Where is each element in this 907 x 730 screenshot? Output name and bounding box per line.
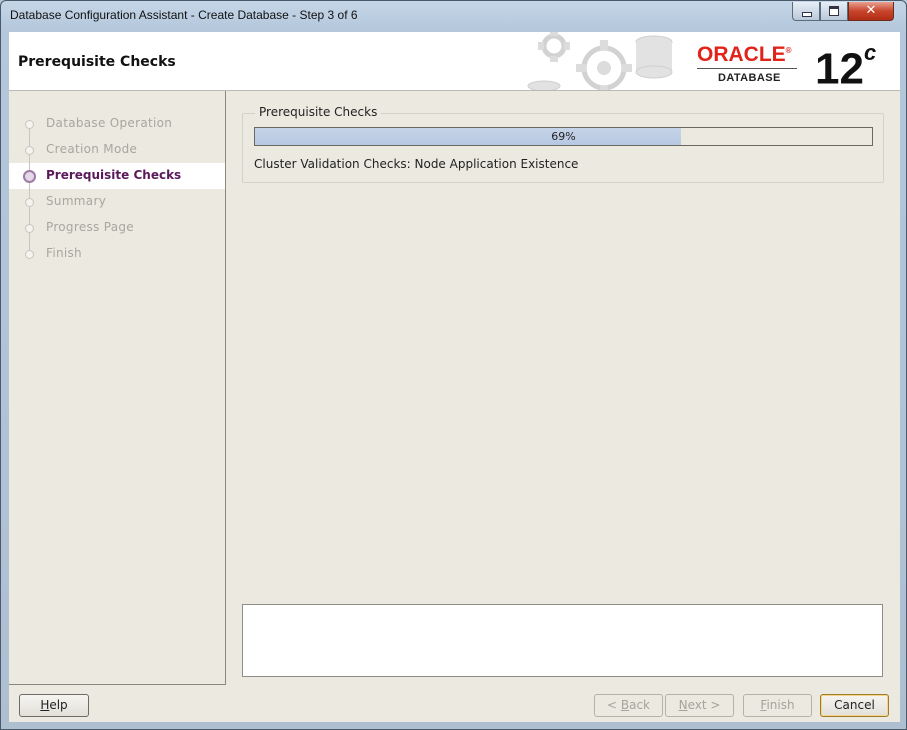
step-creation-mode: Creation Mode — [9, 137, 225, 163]
step-label: Progress Page — [46, 220, 134, 234]
oracle-subtitle: DATABASE — [718, 72, 781, 84]
back-mnemonic: B — [620, 698, 630, 712]
page-header: Prerequisite Checks ORACLE® DATABASE 12c — [9, 32, 900, 91]
step-indicator-icon — [25, 250, 34, 259]
step-label: Summary — [46, 194, 107, 208]
next-mnemonic: N — [678, 698, 688, 712]
finish-label: inish — [766, 698, 795, 712]
minimize-button[interactable] — [792, 2, 820, 21]
page-title: Prerequisite Checks — [18, 54, 176, 70]
title-bar[interactable]: Database Configuration Assistant - Creat… — [1, 1, 906, 31]
oracle-logo: ORACLE® DATABASE — [697, 40, 797, 84]
step-label: Database Operation — [46, 116, 173, 130]
step-finish: Finish — [9, 241, 225, 267]
steps-sidebar: Database Operation Creation Mode Prerequ… — [9, 91, 226, 685]
close-icon: ✕ — [865, 3, 877, 18]
back-label: ack — [629, 698, 650, 712]
version-suffix: c — [863, 40, 877, 65]
help-label: elp — [49, 698, 68, 712]
back-button[interactable]: < Back — [594, 694, 663, 717]
main-content: Prerequisite Checks 69% Cluster Validati… — [225, 91, 900, 691]
step-database-operation: Database Operation — [9, 111, 225, 137]
trademark-mark: ® — [785, 46, 792, 55]
help-button[interactable]: Help — [19, 694, 89, 717]
details-pane[interactable] — [242, 604, 883, 677]
window-controls: ✕ — [792, 2, 894, 21]
app-window: Database Configuration Assistant - Creat… — [0, 0, 907, 730]
step-label: Prerequisite Checks — [46, 168, 182, 182]
maximize-icon — [829, 6, 839, 16]
button-bar: Help < Back Next > Finish Cancel — [9, 684, 900, 722]
finish-button[interactable]: Finish — [743, 694, 812, 717]
step-summary: Summary — [9, 189, 225, 215]
help-mnemonic: H — [40, 698, 50, 712]
progress-bar: 69% — [254, 127, 873, 146]
step-indicator-icon — [25, 146, 34, 155]
step-indicator-icon — [25, 224, 34, 233]
next-label: ext > — [687, 698, 721, 712]
step-progress-page: Progress Page — [9, 215, 225, 241]
version-badge: 12c — [815, 32, 877, 91]
status-text: Cluster Validation Checks: Node Applicat… — [254, 157, 579, 171]
step-indicator-icon — [25, 198, 34, 207]
prerequisite-checks-group: Prerequisite Checks 69% Cluster Validati… — [242, 105, 884, 183]
maximize-button[interactable] — [820, 2, 848, 21]
gears-illustration — [527, 32, 673, 90]
step-prerequisite-checks: Prerequisite Checks — [9, 163, 225, 189]
dialog-client: Prerequisite Checks ORACLE® DATABASE 12c… — [9, 32, 900, 722]
cancel-button[interactable]: Cancel — [820, 694, 889, 717]
progress-percent: 69% — [551, 130, 576, 143]
close-button[interactable]: ✕ — [848, 2, 894, 21]
minimize-icon — [802, 12, 812, 17]
version-number: 12 — [815, 44, 864, 91]
back-prefix: < — [606, 698, 621, 712]
step-label: Finish — [46, 246, 82, 260]
step-list: Database Operation Creation Mode Prerequ… — [9, 111, 225, 267]
oracle-wordmark: ORACLE — [697, 43, 786, 66]
step-indicator-icon — [25, 120, 34, 129]
next-button[interactable]: Next > — [665, 694, 734, 717]
window-title: Database Configuration Assistant - Creat… — [10, 8, 358, 22]
group-title: Prerequisite Checks — [255, 105, 382, 119]
current-step-indicator-icon — [23, 170, 36, 183]
step-label: Creation Mode — [46, 142, 138, 156]
